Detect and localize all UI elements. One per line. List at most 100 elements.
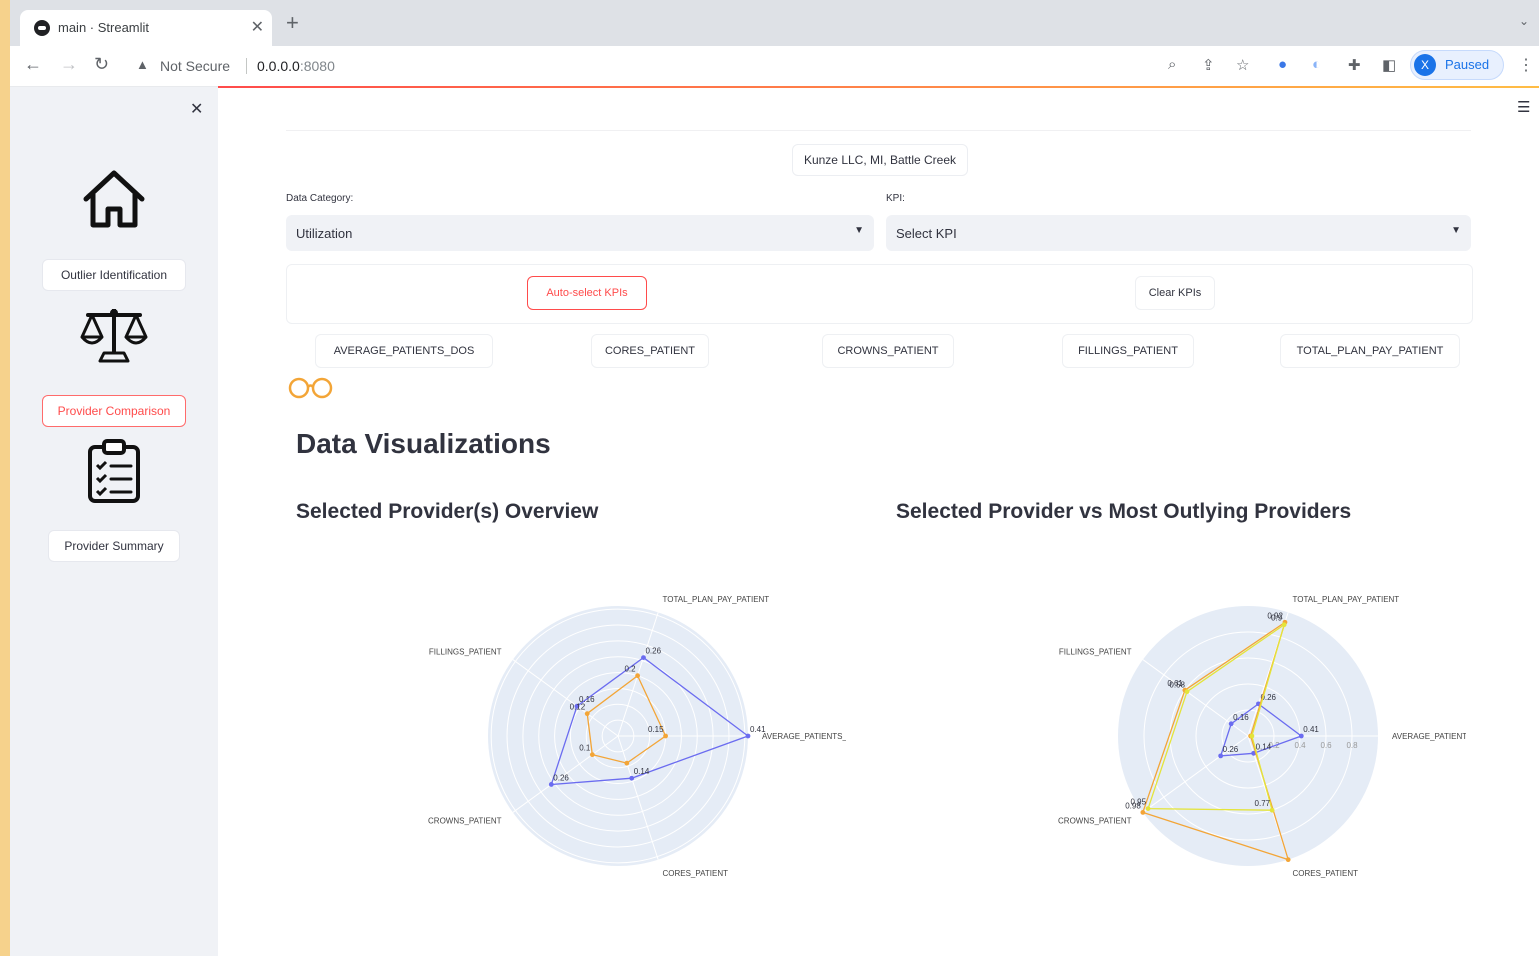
data-label: 0.1 <box>579 744 591 753</box>
axis-label: CROWNS_PATIENT <box>428 817 502 826</box>
radar-chart-outliers[interactable]: AVERAGE_PATIENTS_DOS TOTAL_PLAN_PAY_PATIE… <box>986 586 1466 886</box>
data-category-value: Utilization <box>296 226 353 241</box>
data-label: 0.26 <box>553 773 569 782</box>
kpi-select-placeholder: Select KPI <box>896 226 957 241</box>
puzzle-extensions-icon[interactable]: ✚ <box>1348 56 1361 74</box>
chart1-title: Selected Provider(s) Overview <box>296 500 599 523</box>
browser-window: main · Streamlit ✕ + ⌄ ← → ↻ ▲ Not Secur… <box>10 0 1539 956</box>
chevron-down-icon: ▼ <box>1451 225 1461 236</box>
tick-label: 0.8 <box>1346 741 1358 750</box>
sidebar-item-provider-summary[interactable]: Provider Summary <box>48 530 180 562</box>
data-point <box>629 775 635 781</box>
data-point <box>1140 810 1146 815</box>
profile-button[interactable]: X Paused <box>1410 50 1504 80</box>
url-text: 0.0.0.0:8080 <box>257 58 335 74</box>
tab-title: main · Streamlit <box>58 20 150 35</box>
axis-label: FILLINGS_PATIENT <box>429 647 502 656</box>
data-point <box>635 673 640 679</box>
data-label: 0.15 <box>648 725 664 734</box>
data-label: 0.41 <box>750 725 766 734</box>
data-label: 0.9 <box>1271 614 1283 623</box>
data-point <box>624 760 630 766</box>
sidebar-item-outlier-identification[interactable]: Outlier Identification <box>42 259 186 291</box>
data-point <box>1269 807 1275 813</box>
data-point <box>584 711 590 717</box>
radar-chart-overview[interactable]: AVERAGE_PATIENTS_DOS TOTAL_PLAN_PAY_PATIE… <box>386 586 846 886</box>
more-menu-icon[interactable]: ⋮ <box>1518 55 1534 75</box>
not-secure-label: Not Secure <box>160 58 231 74</box>
share-icon[interactable]: ⇪ <box>1202 56 1215 74</box>
hamburger-menu-icon[interactable]: ☰ <box>1517 98 1530 116</box>
extension-icon[interactable]: ● <box>1278 56 1287 73</box>
data-point <box>1145 806 1151 811</box>
kpi-tag[interactable]: TOTAL_PLAN_PAY_PATIENT <box>1280 334 1460 368</box>
data-label: 0.26 <box>645 647 661 656</box>
data-point <box>548 782 554 787</box>
data-label: 0.41 <box>1303 725 1319 734</box>
data-label: 0.95 <box>1131 798 1147 807</box>
data-point <box>1184 689 1190 695</box>
section-title: Data Visualizations <box>296 428 551 459</box>
data-label: 0.77 <box>1255 799 1271 808</box>
sidebar: ✕ Outlier Identification Provider Compar… <box>10 87 218 956</box>
url-host: 0.0.0.0 <box>257 58 300 74</box>
data-label: 0.26 <box>1223 745 1239 754</box>
axis-label: CORES_PATIENT <box>662 869 728 878</box>
data-label: 0.14 <box>634 767 650 776</box>
axis-label: AVERAGE_PATIENTS_DOS <box>762 732 846 741</box>
data-point <box>1281 622 1287 628</box>
streamlit-favicon-icon <box>34 20 50 36</box>
forward-arrow-icon[interactable]: → <box>60 54 78 75</box>
browser-tab[interactable]: main · Streamlit ✕ <box>20 10 272 46</box>
side-panel-icon[interactable]: ◧ <box>1382 56 1396 74</box>
axis-label: AVERAGE_PATIENTS_DOS <box>1392 732 1466 741</box>
kpi-tag[interactable]: CORES_PATIENT <box>591 334 709 368</box>
clear-kpis-button[interactable]: Clear KPIs <box>1135 276 1215 310</box>
data-point <box>641 655 646 660</box>
axis-label: CROWNS_PATIENT <box>1058 817 1132 826</box>
kpi-tag[interactable]: CROWNS_PATIENT <box>822 334 954 368</box>
browser-toolbar: ← → ↻ ▲ Not Secure 0.0.0.0:8080 ⌕ ⇪ ☆ ● … <box>10 46 1539 87</box>
extension-icon[interactable]: ◐ <box>1312 56 1321 73</box>
axis-label: TOTAL_PLAN_PAY_PATIENT <box>1292 595 1399 604</box>
kpi-tag[interactable]: FILLINGS_PATIENT <box>1062 334 1194 368</box>
new-tab-icon[interactable]: + <box>286 12 299 34</box>
kpi-select[interactable]: Select KPI ▼ <box>886 215 1471 251</box>
divider <box>286 130 1471 131</box>
url-port: :8080 <box>299 58 335 74</box>
kpi-tag[interactable]: AVERAGE_PATIENTS_DOS <box>315 334 493 368</box>
close-sidebar-icon[interactable]: ✕ <box>190 99 203 119</box>
selected-provider-chip[interactable]: Kunze LLC, MI, Battle Creek <box>792 144 968 176</box>
tick-label: 0.4 <box>1294 741 1306 750</box>
kpi-label: KPI: <box>886 193 905 204</box>
auto-select-kpis-button[interactable]: Auto-select KPIs <box>527 276 647 310</box>
reload-icon[interactable]: ↻ <box>94 54 109 75</box>
home-icon <box>83 170 145 228</box>
data-point <box>1218 753 1224 759</box>
sidebar-item-provider-comparison[interactable]: Provider Comparison <box>42 395 186 427</box>
data-point <box>1298 733 1304 739</box>
data-point <box>1249 733 1255 739</box>
data-label: 0.58 <box>1169 681 1185 690</box>
avatar: X <box>1414 54 1436 76</box>
data-label: 0.2 <box>624 665 636 674</box>
data-category-select[interactable]: Utilization ▼ <box>286 215 874 251</box>
tab-strip: main · Streamlit ✕ + ⌄ <box>10 0 1539 46</box>
scales-icon <box>80 309 148 363</box>
tick-label: 0.6 <box>1320 741 1332 750</box>
axis-label: TOTAL_PLAN_PAY_PATIENT <box>662 595 769 604</box>
data-point <box>745 733 751 739</box>
tab-close-icon[interactable]: ✕ <box>251 17 264 37</box>
profile-status: Paused <box>1445 57 1490 72</box>
axis-label: FILLINGS_PATIENT <box>1059 647 1132 656</box>
chevron-down-icon: ▼ <box>854 225 864 236</box>
data-point <box>589 752 595 758</box>
tab-search-chevron-icon[interactable]: ⌄ <box>1519 14 1529 28</box>
data-label: 0.12 <box>570 703 586 712</box>
chart2-title: Selected Provider vs Most Outlying Provi… <box>896 500 1352 523</box>
zoom-icon[interactable]: ⌕ <box>1168 56 1176 73</box>
data-label: 0.14 <box>1256 742 1272 751</box>
bookmark-star-icon[interactable]: ☆ <box>1236 56 1249 74</box>
goggles-icon <box>288 377 333 399</box>
back-arrow-icon[interactable]: ← <box>24 54 42 75</box>
